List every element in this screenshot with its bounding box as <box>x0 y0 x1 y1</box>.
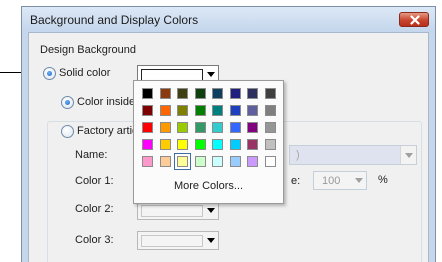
factory-radio[interactable] <box>61 125 74 138</box>
color-swatch-cell[interactable] <box>212 139 223 150</box>
color-swatch <box>141 205 203 217</box>
color-swatch-cell[interactable] <box>142 105 153 116</box>
color-swatch-cell[interactable] <box>159 105 171 116</box>
color-swatch-cell[interactable] <box>177 122 188 133</box>
color3-label: Color 3: <box>75 234 114 246</box>
chevron-down-icon[interactable] <box>204 232 218 249</box>
color-swatch <box>141 235 203 247</box>
color-swatch-cell[interactable] <box>247 156 258 167</box>
color-swatch-cell[interactable] <box>159 139 171 150</box>
color-swatch-cell[interactable] <box>194 122 206 133</box>
percent-label: e: <box>291 175 301 187</box>
color-swatch-cell[interactable] <box>177 156 188 167</box>
close-button[interactable] <box>399 12 429 27</box>
color-swatch-cell[interactable] <box>229 105 241 116</box>
color-swatch-cell[interactable] <box>194 105 206 116</box>
color-swatch-cell[interactable] <box>142 122 153 133</box>
color-swatch-cell[interactable] <box>194 156 206 167</box>
color-swatch-cell[interactable] <box>264 139 276 150</box>
radio-selected-dot <box>65 100 70 105</box>
color-swatch-cell[interactable] <box>142 88 153 99</box>
more-colors-button[interactable]: More Colors... <box>138 177 279 196</box>
percent-unit: % <box>378 174 388 186</box>
color-inside-radio[interactable] <box>61 96 74 109</box>
factory-label: Factory articl <box>77 125 140 137</box>
color2-label: Color 2: <box>75 203 114 215</box>
percent-value: 100 <box>322 175 341 187</box>
color-swatch-cell[interactable] <box>264 105 276 116</box>
color-swatch-cell[interactable] <box>247 139 258 150</box>
color-swatch-cell[interactable] <box>159 122 171 133</box>
title-bar[interactable]: Background and Display Colors <box>22 7 435 32</box>
color-swatch-cell[interactable] <box>159 88 171 99</box>
design-background-label: Design Background <box>40 44 137 56</box>
color-swatch-cell[interactable] <box>264 122 276 133</box>
color-swatch-cell[interactable] <box>229 156 241 167</box>
color1-label: Color 1: <box>75 175 114 187</box>
dialog-title: Background and Display Colors <box>30 13 199 27</box>
chevron-down-icon[interactable] <box>352 172 366 189</box>
color-swatch-cell[interactable] <box>177 88 188 99</box>
name-label: Name: <box>75 149 108 161</box>
color-swatch-cell[interactable] <box>247 105 258 116</box>
color-swatch-cell[interactable] <box>264 88 276 99</box>
color-swatch-cell[interactable] <box>247 122 258 133</box>
color-swatch-cell[interactable] <box>229 139 241 150</box>
color-swatch-cell[interactable] <box>264 156 276 167</box>
color-swatch-cell[interactable] <box>194 139 206 150</box>
color-picker-popup: More Colors... <box>133 80 284 204</box>
color-swatch-cell[interactable] <box>229 88 241 99</box>
color-swatch-cell[interactable] <box>177 105 188 116</box>
close-icon <box>410 15 420 25</box>
percent-field[interactable]: 100 <box>313 171 367 190</box>
solid-color-radio[interactable] <box>43 67 56 80</box>
color-swatch-cell[interactable] <box>212 88 223 99</box>
radio-selected-dot <box>47 71 52 76</box>
color-swatch-cell[interactable] <box>212 122 223 133</box>
name-combo[interactable]: ) <box>289 145 417 165</box>
color-swatch-cell[interactable] <box>229 122 241 133</box>
color-swatch-cell[interactable] <box>212 105 223 116</box>
color-swatch-cell[interactable] <box>177 139 188 150</box>
color-swatch-cell[interactable] <box>212 156 223 167</box>
color-swatch-cell[interactable] <box>159 156 171 167</box>
color-swatch-cell[interactable] <box>142 156 153 167</box>
chevron-down-icon[interactable] <box>400 146 416 164</box>
color-swatch-cell[interactable] <box>247 88 258 99</box>
chevron-down-icon[interactable] <box>204 202 218 219</box>
solid-color-label: Solid color <box>59 67 111 79</box>
color3-dropdown[interactable] <box>137 231 219 250</box>
name-value: ) <box>296 149 300 161</box>
color-swatch-cell[interactable] <box>194 88 206 99</box>
color-swatch-cell[interactable] <box>142 139 153 150</box>
